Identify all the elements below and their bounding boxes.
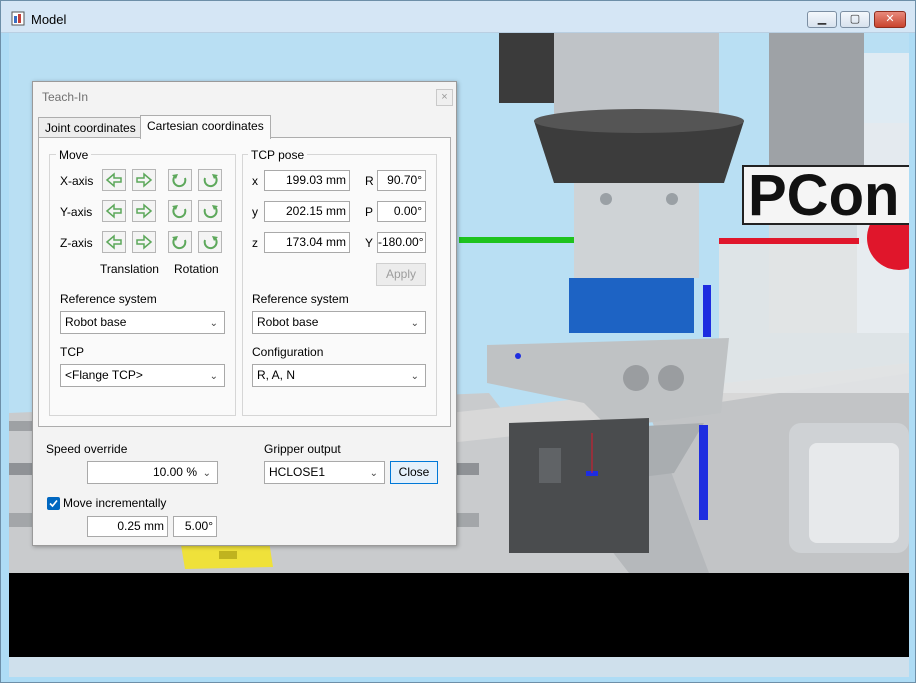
configuration-label: Configuration: [252, 345, 324, 359]
x-coordinate-field[interactable]: 199.03 mm: [264, 170, 350, 191]
x-minus-button[interactable]: [102, 169, 126, 191]
increment-distance-field[interactable]: 0.25 mm: [87, 516, 168, 537]
z-coordinate-field[interactable]: 173.04 mm: [264, 232, 350, 253]
chevron-down-icon: ⌄: [209, 371, 218, 382]
gripper-output-select[interactable]: HCLOSE1 ⌄: [264, 461, 385, 484]
close-window-button[interactable]: ✕: [874, 11, 906, 28]
pose-reference-system-value: Robot base: [257, 315, 319, 329]
tcp-value: <Flange TCP>: [65, 368, 143, 382]
move-reference-system-value: Robot base: [65, 315, 127, 329]
y-plus-button[interactable]: [132, 200, 156, 222]
arrow-right-icon: [136, 234, 153, 250]
x-plus-button[interactable]: [132, 169, 156, 191]
teach-in-dialog: Teach-In × Joint coordinates Cartesian c…: [32, 81, 457, 546]
chevron-down-icon: ⌄: [202, 468, 211, 479]
arrow-right-icon: [136, 172, 153, 188]
configuration-select[interactable]: R, A, N ⌄: [252, 364, 426, 387]
maximize-button[interactable]: ▢: [840, 11, 870, 28]
arrow-left-icon: [105, 203, 122, 219]
chevron-down-icon: ⌄: [209, 318, 218, 329]
z-minus-button[interactable]: [102, 231, 126, 253]
status-strip: [9, 573, 909, 657]
y-coordinate-field[interactable]: 202.15 mm: [264, 201, 350, 222]
close-button[interactable]: Close: [390, 461, 438, 484]
z-plus-button[interactable]: [132, 231, 156, 253]
pose-reference-system-select[interactable]: Robot base ⌄: [252, 311, 426, 334]
chevron-down-icon: ⌄: [410, 318, 419, 329]
gripper-output-label: Gripper output: [264, 442, 341, 456]
roll-field[interactable]: 90.70°: [377, 170, 426, 191]
translation-label: Translation: [100, 262, 159, 276]
rotate-ccw-icon: [172, 205, 187, 219]
chevron-down-icon: ⌄: [410, 371, 419, 382]
x-coordinate-label: x: [252, 174, 258, 188]
yaw-field[interactable]: -180.00°: [377, 232, 426, 253]
pitch-field[interactable]: 0.00°: [377, 201, 426, 222]
model-window: Model ▁ ▢ ✕ PCon Teach-In × Joint coordi…: [0, 0, 916, 683]
y-rotate-cw-button[interactable]: [198, 200, 222, 222]
x-axis-label: X-axis: [60, 174, 94, 188]
yaw-label: Y: [365, 236, 374, 250]
rotate-ccw-icon: [172, 236, 187, 250]
dialog-title: Teach-In: [42, 90, 89, 104]
minimize-button[interactable]: ▁: [807, 11, 837, 28]
checkmark-icon: [49, 499, 58, 508]
chevron-down-icon: ⌄: [369, 468, 378, 479]
z-axis-label: Z-axis: [60, 236, 93, 250]
rotate-cw-icon: [203, 205, 218, 219]
move-incrementally-label: Move incrementally: [63, 496, 167, 510]
arrow-left-icon: [105, 172, 122, 188]
move-reference-system-label: Reference system: [60, 292, 157, 306]
y-minus-button[interactable]: [102, 200, 126, 222]
rotate-cw-icon: [203, 236, 218, 250]
move-incrementally-checkbox[interactable]: [47, 497, 60, 510]
rotate-ccw-icon: [172, 174, 187, 188]
z-coordinate-label: z: [252, 236, 258, 250]
speed-override-label: Speed override: [46, 442, 128, 456]
tcp-pose-group-label: TCP pose: [248, 148, 308, 162]
speed-override-select[interactable]: 10.00 % ⌄: [87, 461, 218, 484]
app-icon: [11, 11, 25, 26]
tcp-select[interactable]: <Flange TCP> ⌄: [60, 364, 225, 387]
rotate-cw-icon: [203, 174, 218, 188]
tcp-label: TCP: [60, 345, 84, 359]
pitch-label: P: [365, 205, 374, 219]
pose-reference-system-label: Reference system: [252, 292, 349, 306]
z-rotate-cw-button[interactable]: [198, 231, 222, 253]
apply-button[interactable]: Apply: [376, 263, 426, 286]
title-bar[interactable]: Model ▁ ▢ ✕: [1, 1, 915, 33]
bottom-border: [9, 657, 909, 677]
window-title: Model: [31, 12, 67, 27]
configuration-value: R, A, N: [257, 368, 296, 382]
y-rotate-ccw-button[interactable]: [168, 200, 192, 222]
move-reference-system-select[interactable]: Robot base ⌄: [60, 311, 225, 334]
x-rotate-ccw-button[interactable]: [168, 169, 192, 191]
rotation-label: Rotation: [174, 262, 219, 276]
pcon-sign: PCon: [742, 165, 909, 225]
cartesian-tab-panel: Move X-axis Y-axis Z-axis Translation Ro…: [38, 137, 451, 427]
increment-angle-field[interactable]: 5.00°: [173, 516, 217, 537]
roll-label: R: [365, 174, 374, 188]
move-group-label: Move: [56, 148, 92, 162]
y-axis-label: Y-axis: [60, 205, 93, 219]
tab-cartesian-coordinates[interactable]: Cartesian coordinates: [140, 115, 271, 139]
dialog-close-button[interactable]: ×: [436, 89, 453, 106]
y-coordinate-label: y: [252, 205, 258, 219]
speed-override-value: 10.00 %: [152, 465, 197, 479]
arrow-left-icon: [105, 234, 122, 250]
z-rotate-ccw-button[interactable]: [168, 231, 192, 253]
arrow-right-icon: [136, 203, 153, 219]
gripper-output-value: HCLOSE1: [269, 465, 326, 479]
x-rotate-cw-button[interactable]: [198, 169, 222, 191]
tab-joint-coordinates[interactable]: Joint coordinates: [38, 117, 143, 139]
